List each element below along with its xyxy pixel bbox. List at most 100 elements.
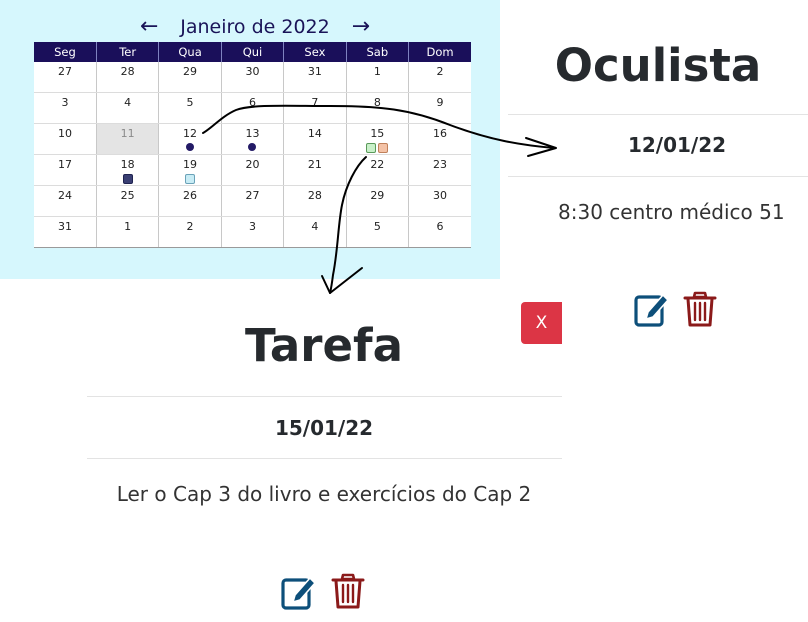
calendar-day-number: 6 <box>436 220 444 233</box>
weekday-label: Dom <box>408 42 471 62</box>
trash-icon[interactable] <box>331 572 365 610</box>
event-marker[interactable] <box>185 174 196 184</box>
calendar-day-cell[interactable]: 6 <box>408 216 471 248</box>
calendar-day-cell[interactable]: 3 <box>34 92 97 124</box>
calendar-day-cell[interactable]: 31 <box>34 216 97 248</box>
calendar-day-number: 16 <box>433 127 448 140</box>
calendar-week-row: 3 4 5 6 7 8 9 <box>34 92 471 124</box>
calendar-day-cell[interactable]: 18 <box>96 154 160 186</box>
calendar-day-cell[interactable]: 12 <box>158 123 222 155</box>
calendar-day-number: 31 <box>57 220 72 233</box>
event-description: 8:30 centro médico 51 <box>558 200 785 224</box>
event-description: Ler o Cap 3 do livro e exercícios do Cap… <box>116 482 532 506</box>
weekday-label: Ter <box>96 42 160 62</box>
event-markers <box>347 143 408 153</box>
event-title: Oculista <box>554 39 762 92</box>
weekday-label: Sex <box>283 42 347 62</box>
event-marker[interactable] <box>248 143 257 151</box>
calendar-day-cell[interactable]: 1 <box>96 216 160 248</box>
calendar-day-number: 30 <box>433 189 448 202</box>
calendar-day-number: 3 <box>61 96 69 109</box>
calendar-day-cell[interactable]: 29 <box>346 185 410 217</box>
divider <box>87 396 562 397</box>
calendar-day-cell[interactable]: 22 <box>346 154 410 186</box>
calendar-day-cell[interactable]: 4 <box>96 92 160 124</box>
calendar-week-row: 27 28 29 30 31 1 2 <box>34 62 471 93</box>
weekday-header-row: Seg Ter Qua Qui Sex Sab Dom <box>34 42 471 62</box>
calendar-day-number: 7 <box>311 96 319 109</box>
calendar-day-number: 6 <box>248 96 256 109</box>
calendar-day-cell[interactable]: 13 <box>221 123 285 155</box>
calendar-day-cell[interactable]: 8 <box>346 92 410 124</box>
event-title: Tarefa <box>245 319 403 372</box>
calendar-day-number: 1 <box>373 65 381 78</box>
calendar-day-cell[interactable]: 9 <box>408 92 471 124</box>
calendar-day-cell[interactable]: 5 <box>346 216 410 248</box>
event-date: 12/01/22 <box>627 133 727 157</box>
calendar-day-number: 31 <box>307 65 322 78</box>
calendar-day-cell[interactable]: 24 <box>34 185 97 217</box>
calendar-day-cell[interactable]: 5 <box>158 92 222 124</box>
calendar-day-cell[interactable]: 3 <box>221 216 285 248</box>
calendar-day-cell[interactable]: 31 <box>283 62 347 93</box>
calendar-day-cell[interactable]: 10 <box>34 123 97 155</box>
calendar-day-cell[interactable]: 1 <box>346 62 410 93</box>
calendar-day-number: 11 <box>120 127 135 140</box>
calendar-day-cell[interactable]: 2 <box>408 62 471 93</box>
event-date: 15/01/22 <box>274 416 374 440</box>
calendar-day-cell[interactable]: 6 <box>221 92 285 124</box>
calendar-day-cell[interactable]: 14 <box>283 123 347 155</box>
calendar-day-cell[interactable]: 7 <box>283 92 347 124</box>
arrow-left-icon[interactable]: ← <box>140 16 158 38</box>
calendar-day-cell[interactable]: 28 <box>96 62 160 93</box>
event-marker[interactable] <box>366 143 377 153</box>
calendar-day-number: 30 <box>245 65 260 78</box>
calendar-day-cell[interactable]: 11 <box>96 123 160 155</box>
event-marker[interactable] <box>378 143 389 153</box>
calendar-day-number: 19 <box>183 158 198 171</box>
edit-icon[interactable] <box>634 291 670 327</box>
calendar-day-cell[interactable]: 19 <box>158 154 222 186</box>
calendar-week-row: 17 18 19 20 21 22 23 <box>34 154 471 186</box>
event-marker[interactable] <box>186 143 195 151</box>
calendar-day-cell[interactable]: 17 <box>34 154 97 186</box>
calendar-week-row: 31 1 2 3 4 5 6 <box>34 216 471 248</box>
event-markers <box>97 174 158 184</box>
calendar-day-number: 1 <box>124 220 132 233</box>
calendar-day-number: 28 <box>307 189 322 202</box>
event-marker[interactable] <box>122 174 133 184</box>
calendar-day-cell[interactable]: 4 <box>283 216 347 248</box>
calendar-day-cell[interactable]: 16 <box>408 123 471 155</box>
calendar-day-cell[interactable]: 20 <box>221 154 285 186</box>
calendar-day-number: 23 <box>433 158 448 171</box>
calendar-day-cell[interactable]: 27 <box>221 185 285 217</box>
weekday-label: Qui <box>221 42 285 62</box>
calendar-day-cell[interactable]: 21 <box>283 154 347 186</box>
arrow-right-icon[interactable]: → <box>352 16 370 38</box>
calendar-day-number: 3 <box>248 220 256 233</box>
calendar-day-cell[interactable]: 28 <box>283 185 347 217</box>
calendar-grid: Seg Ter Qua Qui Sex Sab Dom 27 28 29 30 31 1 2… <box>34 42 471 248</box>
edit-icon[interactable] <box>281 574 317 610</box>
calendar-day-cell[interactable]: 30 <box>408 185 471 217</box>
calendar-day-number: 13 <box>245 127 260 140</box>
calendar-day-number: 4 <box>311 220 319 233</box>
calendar-day-number: 12 <box>183 127 198 140</box>
calendar-day-number: 8 <box>373 96 381 109</box>
calendar-week-row: 24 25 26 27 28 29 30 <box>34 185 471 217</box>
trash-icon[interactable] <box>683 290 717 328</box>
calendar-day-number: 29 <box>370 189 385 202</box>
calendar-day-number: 2 <box>436 65 444 78</box>
calendar-day-number: 4 <box>124 96 132 109</box>
calendar-day-number: 28 <box>120 65 135 78</box>
calendar-day-cell[interactable]: 29 <box>158 62 222 93</box>
calendar-day-cell[interactable]: 26 <box>158 185 222 217</box>
calendar-week-row: 10 11 12 13 14 15 16 <box>34 123 471 155</box>
calendar-day-cell[interactable]: 15 <box>346 123 410 155</box>
calendar-day-cell[interactable]: 25 <box>96 185 160 217</box>
calendar-day-cell[interactable]: 23 <box>408 154 471 186</box>
calendar-day-cell[interactable]: 30 <box>221 62 285 93</box>
calendar-day-cell[interactable]: 2 <box>158 216 222 248</box>
calendar-month-title: Janeiro de 2022 <box>180 16 330 38</box>
calendar-day-cell[interactable]: 27 <box>34 62 97 93</box>
